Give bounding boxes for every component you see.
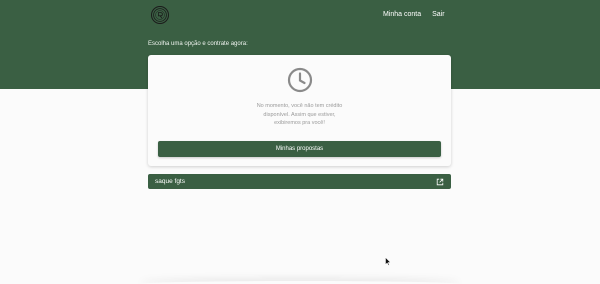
my-proposals-button[interactable]: Minhas propostas <box>158 141 441 157</box>
no-credit-message: No momento, você não tem crédito disponí… <box>256 103 343 126</box>
top-nav: Minha conta Sair <box>383 11 445 18</box>
brand-seal-icon[interactable] <box>151 6 169 24</box>
my-account-link[interactable]: Minha conta <box>383 11 421 18</box>
intro-text: Escolha uma opção e contrate agora: <box>148 41 248 47</box>
credit-card-panel: No momento, você não tem crédito disponí… <box>148 55 451 166</box>
fgts-withdrawal-link[interactable]: saque fgts <box>148 174 451 189</box>
logout-link[interactable]: Sair <box>432 11 444 18</box>
clock-icon <box>287 67 313 93</box>
mouse-pointer-icon <box>385 257 391 266</box>
external-link-icon <box>436 178 444 186</box>
fgts-link-label: saque fgts <box>155 178 185 185</box>
